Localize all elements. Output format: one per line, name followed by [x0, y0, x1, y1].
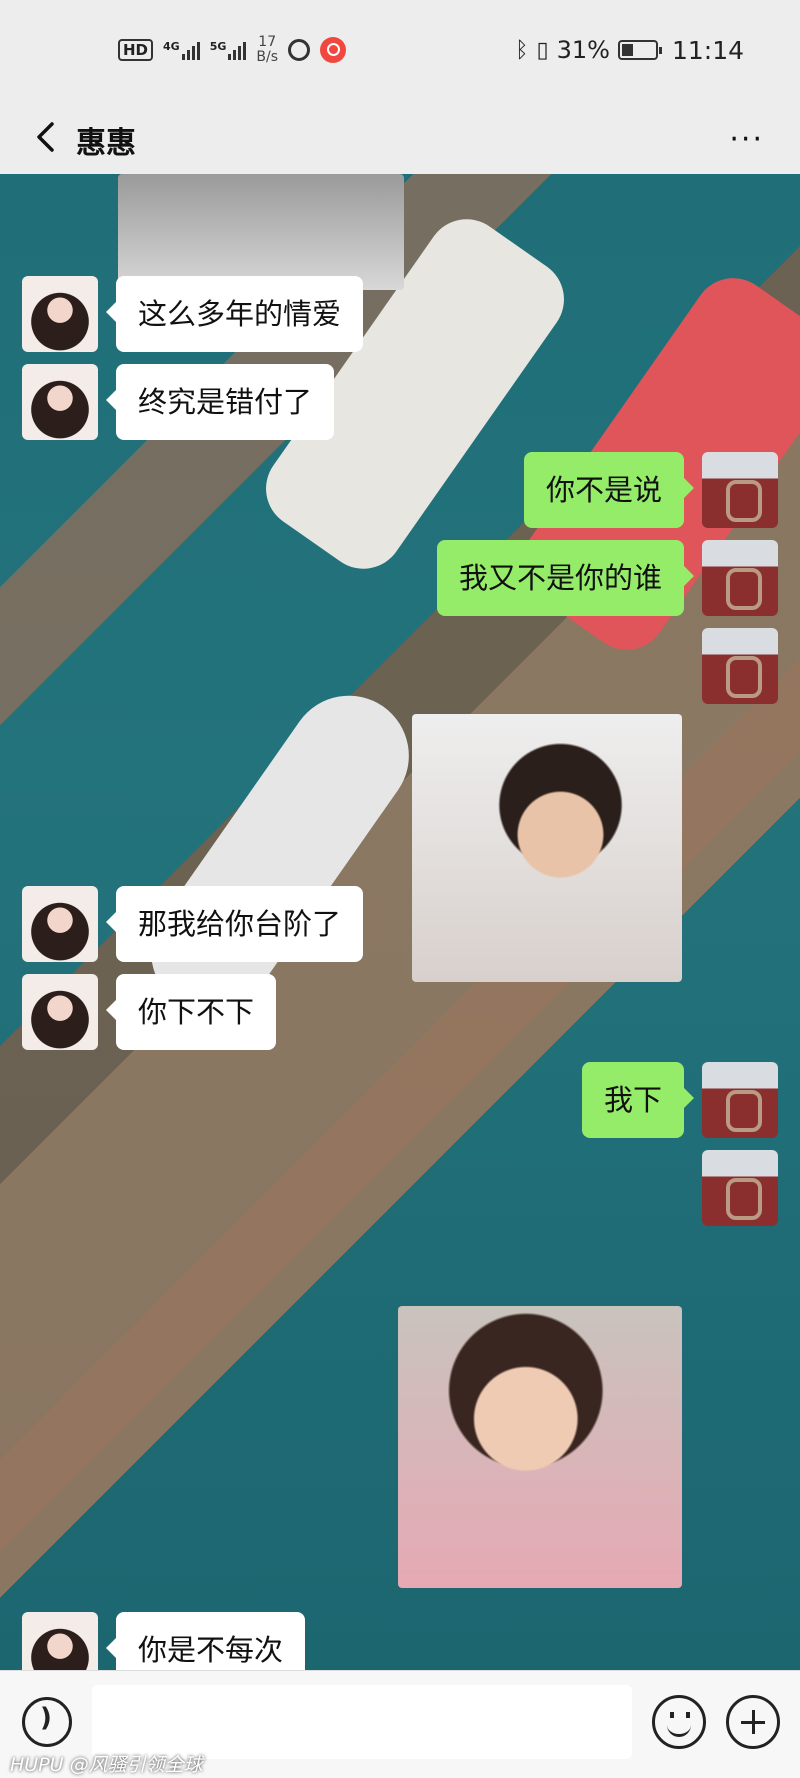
app-notification-icon: [288, 39, 311, 61]
search-notification-icon: [320, 37, 347, 63]
network-speed: 17 B/s: [256, 34, 279, 65]
battery-percent: 31%: [556, 36, 610, 64]
message-row: [702, 1150, 778, 1226]
hd-icon: HD: [118, 39, 154, 61]
contact-avatar[interactable]: [22, 276, 98, 352]
message-bubble[interactable]: 我又不是你的谁: [436, 540, 695, 616]
message-bubble[interactable]: 那我给你台阶了: [105, 886, 364, 962]
battery-icon: [617, 40, 662, 60]
my-avatar[interactable]: [702, 1150, 778, 1226]
voice-input-icon[interactable]: [22, 1697, 72, 1747]
signal-5g-icon: 5G: [210, 40, 247, 60]
message-bubble[interactable]: 你不是说: [523, 452, 695, 528]
status-right: ᛒ ▯ 31% 11:14: [515, 30, 744, 70]
message-row: 这么多年的情爱: [22, 276, 364, 352]
message-bubble[interactable]: 这么多年的情爱: [105, 276, 364, 352]
message-input[interactable]: [92, 1685, 632, 1759]
message-row: 终究是错付了: [22, 364, 335, 440]
status-left: HD 4G 5G 17 B/s: [118, 30, 347, 70]
message-row: 你是不每次: [22, 1612, 306, 1670]
chat-area[interactable]: 这么多年的情爱 终究是错付了 你不是说 我又不是你的谁 那我给你台阶了 你下不下…: [0, 174, 800, 1670]
status-bar: HD 4G 5G 17 B/s ᛒ ▯ 31% 11:14: [0, 0, 800, 100]
clock: 11:14: [671, 35, 744, 65]
sticker-image[interactable]: [412, 714, 682, 982]
more-options-icon[interactable]: ···: [729, 122, 764, 157]
message-bubble[interactable]: 你下不下: [105, 974, 277, 1050]
message-bubble[interactable]: 我下: [581, 1062, 695, 1138]
my-avatar[interactable]: [702, 628, 778, 704]
message-bubble[interactable]: 终究是错付了: [105, 364, 335, 440]
message-bubble[interactable]: 你是不每次: [105, 1612, 306, 1670]
my-avatar[interactable]: [702, 1062, 778, 1138]
contact-name: 惠惠: [76, 126, 136, 161]
chat-header: 惠惠 ···: [0, 100, 800, 174]
plus-icon[interactable]: [726, 1695, 780, 1749]
contact-avatar[interactable]: [22, 1612, 98, 1670]
bluetooth-icon: ᛒ: [515, 37, 529, 63]
contact-avatar[interactable]: [22, 886, 98, 962]
signal-4g-icon: 4G: [163, 40, 200, 60]
message-row: 你下不下: [22, 974, 277, 1050]
watermark: HUPU @风骚引领全球: [10, 1754, 203, 1776]
message-row: [702, 628, 778, 704]
my-avatar[interactable]: [702, 540, 778, 616]
emoji-icon[interactable]: [652, 1695, 706, 1749]
contact-avatar[interactable]: [22, 364, 98, 440]
sticker-image[interactable]: [118, 174, 404, 290]
message-row: 我下: [581, 1062, 778, 1138]
sticker-image[interactable]: [398, 1306, 682, 1588]
my-avatar[interactable]: [702, 452, 778, 528]
message-row: 你不是说: [523, 452, 778, 528]
message-row: 我又不是你的谁: [436, 540, 778, 616]
contact-avatar[interactable]: [22, 974, 98, 1050]
message-row: 那我给你台阶了: [22, 886, 364, 962]
back-arrow-icon[interactable]: [30, 120, 64, 154]
vibrate-icon: ▯: [536, 37, 549, 63]
